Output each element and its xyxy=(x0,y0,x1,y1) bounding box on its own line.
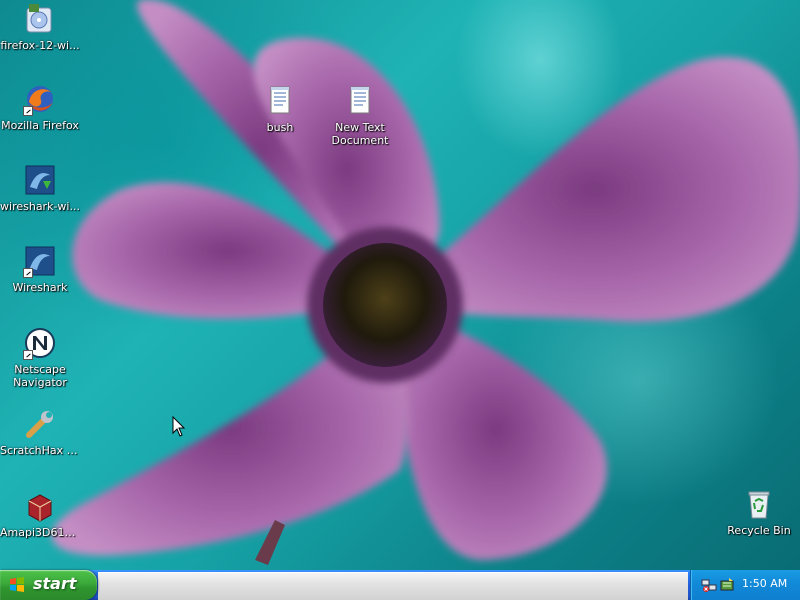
shortcut-arrow-icon xyxy=(23,106,33,116)
desktop-icon-label: wireshark-wi... xyxy=(0,200,80,213)
text-document-icon xyxy=(343,84,377,118)
wrench-icon xyxy=(23,407,57,441)
netscape-icon xyxy=(23,326,57,360)
desktop-icon-recycle-bin[interactable]: Recycle Bin xyxy=(719,487,799,537)
firefox-icon xyxy=(23,82,57,116)
network-icon[interactable] xyxy=(701,577,717,593)
desktop-icon-netscape-navigator[interactable]: Netscape Navigator xyxy=(0,326,80,389)
desktop[interactable]: firefox-12-wi... Mozilla Firefox wiresha… xyxy=(0,0,800,570)
recycle-bin-icon xyxy=(742,487,776,521)
desktop-icon-mozilla-firefox[interactable]: Mozilla Firefox xyxy=(0,82,80,132)
wireshark-icon xyxy=(23,244,57,278)
package-icon xyxy=(23,489,57,523)
tray-app-icon[interactable] xyxy=(719,577,735,593)
desktop-icon-firefox-installer[interactable]: firefox-12-wi... xyxy=(0,2,80,52)
shortcut-arrow-icon xyxy=(23,268,33,278)
mouse-pointer-icon xyxy=(172,416,186,437)
taskbar-clock[interactable]: 1:50 AM xyxy=(742,577,787,590)
windows-logo-icon xyxy=(10,577,24,592)
taskbar-button-area[interactable] xyxy=(98,572,688,600)
desktop-icon-label: Recycle Bin xyxy=(727,524,791,537)
start-label: start xyxy=(33,574,77,593)
desktop-icon-wireshark[interactable]: Wireshark xyxy=(0,244,80,294)
start-button[interactable]: start xyxy=(0,570,97,600)
text-document-icon xyxy=(263,84,297,118)
desktop-icon-amapi3d[interactable]: Amapi3D61T... xyxy=(0,489,80,539)
desktop-icon-label: New Text Document xyxy=(331,121,389,147)
desktop-icon-label: Wireshark xyxy=(12,281,68,294)
wallpaper-flower xyxy=(51,0,800,565)
wireshark-installer-icon xyxy=(23,163,57,197)
desktop-icon-new-text-document[interactable]: New Text Document xyxy=(320,84,400,147)
desktop-icon-label: Mozilla Firefox xyxy=(1,119,79,132)
desktop-icon-label: firefox-12-wi... xyxy=(0,39,80,52)
firefox-installer-icon xyxy=(23,2,57,36)
desktop-icon-label: Netscape Navigator xyxy=(13,363,67,389)
desktop-icon-bush[interactable]: bush xyxy=(240,84,320,134)
desktop-icon-label: ScratchHax 2.0 xyxy=(0,444,80,457)
shortcut-arrow-icon xyxy=(23,350,33,360)
desktop-icon-scratchhax[interactable]: ScratchHax 2.0 xyxy=(0,407,80,457)
desktop-icon-label: bush xyxy=(266,121,294,134)
desktop-icon-wireshark-installer[interactable]: wireshark-wi... xyxy=(0,163,80,213)
desktop-icon-label: Amapi3D61T... xyxy=(0,526,80,539)
